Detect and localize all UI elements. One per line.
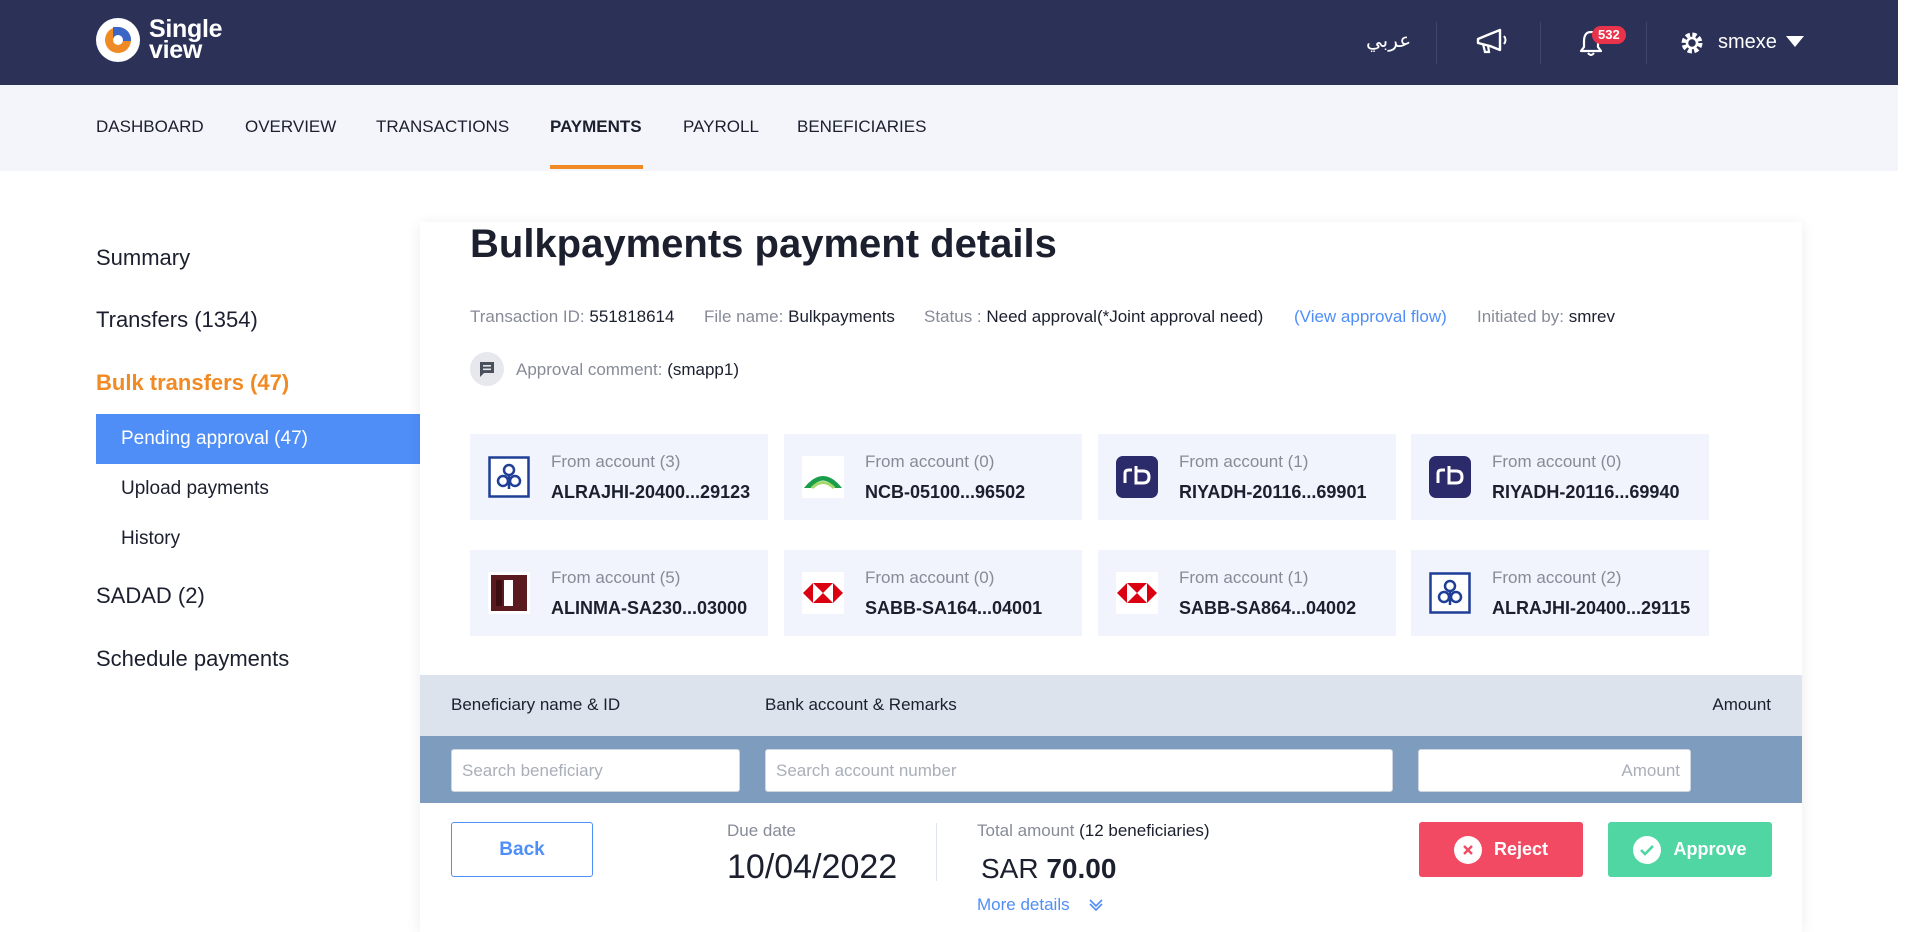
total-amount-value: SAR 70.00 bbox=[981, 853, 1117, 884]
riyad-bank-logo-icon bbox=[1116, 456, 1158, 498]
logo-text-line2: view bbox=[149, 36, 202, 64]
nav-overview[interactable]: OVERVIEW bbox=[245, 117, 336, 137]
sidebar-pending-approval-label[interactable]: Pending approval (47) bbox=[121, 428, 308, 450]
from-account-card[interactable]: From account (0) SABB-SA164...04001 bbox=[784, 550, 1082, 636]
notification-badge: 532 bbox=[1592, 26, 1626, 44]
from-account-card[interactable]: From account (1) RIYADH-20116...69901 bbox=[1098, 434, 1396, 520]
alinma-bank-logo-icon bbox=[488, 572, 530, 614]
column-bank-account[interactable]: Bank account & Remarks bbox=[765, 695, 957, 715]
check-icon bbox=[1633, 835, 1662, 864]
due-date-value: 10/04/2022 bbox=[727, 848, 898, 886]
from-account-number: NCB-05100...96502 bbox=[865, 482, 1026, 502]
from-account-label: From account (0) bbox=[865, 568, 995, 587]
from-account-label: From account (2) bbox=[1492, 568, 1622, 587]
divider bbox=[1646, 22, 1647, 64]
more-details-link[interactable]: More details bbox=[977, 895, 1070, 915]
sidebar-schedule-payments[interactable]: Schedule payments bbox=[96, 646, 289, 672]
from-account-card[interactable]: From account (1) SABB-SA864...04002 bbox=[1098, 550, 1396, 636]
from-account-label: From account (5) bbox=[551, 568, 681, 587]
nav-beneficiaries[interactable]: BENEFICIARIES bbox=[797, 117, 926, 137]
from-account-number: RIYADH-20116...69940 bbox=[1492, 482, 1680, 502]
riyad-bank-logo-icon bbox=[1429, 456, 1471, 498]
from-account-card[interactable]: From account (3) ALRAJHI-20400...29123 bbox=[470, 434, 768, 520]
initiated-by: Initiated by: smrev bbox=[1477, 307, 1615, 326]
sidebar-summary[interactable]: Summary bbox=[96, 245, 190, 271]
search-account-input[interactable] bbox=[765, 749, 1393, 792]
username[interactable]: smexe bbox=[1718, 31, 1777, 54]
gear-icon[interactable] bbox=[1679, 30, 1705, 56]
active-tab-indicator bbox=[550, 165, 643, 169]
approval-comment: Approval comment: (smapp1) bbox=[516, 360, 739, 379]
divider bbox=[936, 823, 937, 881]
search-beneficiary-input[interactable] bbox=[451, 749, 740, 792]
reject-label: Reject bbox=[1493, 839, 1549, 859]
status: Status : Need approval(*Joint approval n… bbox=[924, 307, 1264, 326]
transaction-id: Transaction ID: 551818614 bbox=[470, 307, 675, 326]
from-account-card[interactable]: From account (5) ALINMA-SA230...03000 bbox=[470, 550, 768, 636]
top-bar: Single view عربي 532 smexe bbox=[0, 0, 1898, 85]
from-account-card[interactable]: From account (0) RIYADH-20116...69940 bbox=[1411, 434, 1709, 520]
back-button[interactable]: Back bbox=[451, 822, 593, 877]
main-nav: DASHBOARD OVERVIEW TRANSACTIONS PAYMENTS… bbox=[0, 85, 1898, 171]
divider bbox=[1436, 22, 1437, 64]
from-account-label: From account (0) bbox=[1492, 452, 1622, 471]
from-account-label: From account (0) bbox=[865, 452, 995, 471]
ncb-bank-logo-icon bbox=[802, 456, 844, 498]
column-beneficiary[interactable]: Beneficiary name & ID bbox=[451, 695, 620, 715]
table-header: Beneficiary name & ID Bank account & Rem… bbox=[420, 675, 1802, 736]
language-switch[interactable]: عربي bbox=[1366, 28, 1411, 53]
sidebar-bulk-transfers[interactable]: Bulk transfers (47) bbox=[96, 370, 289, 396]
from-account-number: ALRAJHI-20400...29115 bbox=[1492, 598, 1691, 618]
file-name: File name: Bulkpayments bbox=[704, 307, 895, 326]
logo-icon bbox=[96, 18, 140, 62]
chevron-down-icon[interactable] bbox=[1786, 36, 1804, 47]
from-account-number: RIYADH-20116...69901 bbox=[1179, 482, 1367, 502]
nav-payments[interactable]: PAYMENTS bbox=[550, 117, 642, 137]
nav-payroll[interactable]: PAYROLL bbox=[683, 117, 759, 137]
from-account-number: ALINMA-SA230...03000 bbox=[551, 598, 748, 618]
from-account-number: ALRAJHI-20400...29123 bbox=[551, 482, 751, 502]
sabb-bank-logo-icon bbox=[802, 572, 844, 614]
megaphone-icon[interactable] bbox=[1474, 28, 1510, 56]
close-icon bbox=[1453, 835, 1482, 864]
from-account-card[interactable]: From account (0) NCB-05100...96502 bbox=[784, 434, 1082, 520]
amount-filter-input[interactable] bbox=[1418, 749, 1691, 792]
approve-label: Approve bbox=[1673, 839, 1747, 859]
sidebar-transfers[interactable]: Transfers (1354) bbox=[96, 307, 258, 333]
approve-button[interactable]: Approve bbox=[1608, 822, 1772, 877]
sabb-bank-logo-icon bbox=[1116, 572, 1158, 614]
from-account-label: From account (1) bbox=[1179, 452, 1309, 471]
column-amount[interactable]: Amount bbox=[1712, 695, 1771, 715]
due-date-label: Due date bbox=[727, 821, 796, 840]
sidebar-sadad[interactable]: SADAD (2) bbox=[96, 583, 205, 609]
page-title: Bulkpayments payment details bbox=[470, 222, 1057, 266]
from-account-label: From account (1) bbox=[1179, 568, 1309, 587]
chevron-down-icon[interactable] bbox=[1088, 896, 1104, 912]
table-filter-row bbox=[420, 736, 1802, 803]
from-account-card[interactable]: From account (2) ALRAJHI-20400...29115 bbox=[1411, 550, 1709, 636]
alrajhi-bank-logo-icon bbox=[488, 456, 530, 498]
view-approval-flow-link[interactable]: (View approval flow) bbox=[1294, 307, 1447, 327]
from-account-number: SABB-SA864...04002 bbox=[1179, 598, 1357, 618]
nav-dashboard[interactable]: DASHBOARD bbox=[96, 117, 204, 137]
comment-icon bbox=[470, 352, 504, 386]
divider bbox=[1540, 22, 1541, 64]
nav-transactions[interactable]: TRANSACTIONS bbox=[376, 117, 509, 137]
sidebar-upload-payments[interactable]: Upload payments bbox=[121, 478, 269, 500]
sidebar-history[interactable]: History bbox=[121, 528, 180, 550]
from-account-label: From account (3) bbox=[551, 452, 681, 471]
from-account-number: SABB-SA164...04001 bbox=[865, 598, 1043, 618]
scrollbar[interactable] bbox=[1898, 0, 1920, 932]
reject-button[interactable]: Reject bbox=[1419, 822, 1583, 877]
total-amount-label: Total amount (12 beneficiaries) bbox=[977, 821, 1210, 840]
alrajhi-bank-logo-icon bbox=[1429, 572, 1471, 614]
logo[interactable]: Single view bbox=[96, 17, 223, 64]
